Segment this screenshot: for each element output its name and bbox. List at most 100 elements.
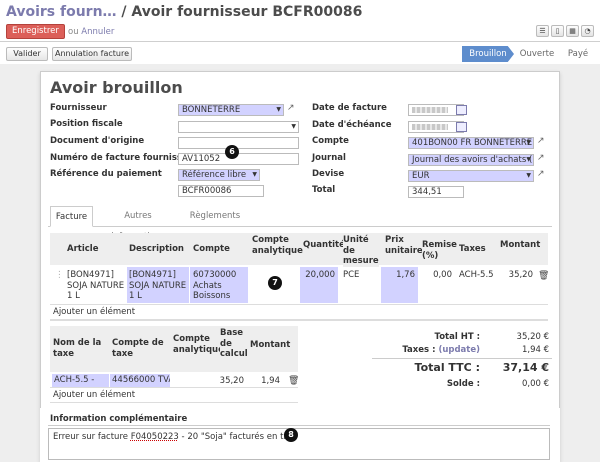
total-ttc-value: 37,14 € bbox=[502, 361, 549, 374]
breadcrumb: Avoirs fourn… / Avoir fournisseur BCFR00… bbox=[6, 4, 362, 20]
tax-column-header-amount: Montant bbox=[250, 340, 291, 351]
cancel-link[interactable]: Annuler bbox=[81, 27, 114, 37]
account-field[interactable]: 401BON00 FR BONNETERRE ▼ bbox=[408, 137, 534, 149]
currency-field[interactable]: EUR ▼ bbox=[408, 170, 534, 182]
supplier-invoice-field[interactable]: AV11052 bbox=[178, 153, 299, 165]
column-header-description: Description bbox=[129, 244, 184, 255]
line-quantity[interactable]: 20,000 bbox=[300, 267, 338, 303]
comment-text-suffix: - 20 "Soja" facturés en trop bbox=[178, 432, 298, 442]
cancel-invoice-button[interactable]: Annulation facture bbox=[52, 47, 132, 61]
section-separator bbox=[50, 319, 548, 321]
graph-view-icon[interactable]: ◔ bbox=[581, 25, 594, 37]
chevron-down-icon[interactable]: ▼ bbox=[252, 170, 257, 180]
journal-field[interactable]: Journal des avoirs d'achats (EUR)▼ bbox=[408, 154, 534, 166]
supplier-label: Fournisseur bbox=[50, 103, 107, 113]
annotation-badge-8: 8 bbox=[284, 428, 298, 442]
column-header-amount: Montant bbox=[500, 240, 541, 251]
calendar-icon[interactable] bbox=[456, 105, 467, 115]
tab-other-info[interactable]: Autres informations bbox=[97, 206, 179, 242]
status-draft: Brouillon bbox=[462, 46, 514, 62]
column-header-taxes: Taxes bbox=[459, 244, 486, 255]
tax-line-base[interactable]: 35,20 bbox=[218, 376, 244, 387]
tax-column-header-analytic: Compte analytique bbox=[173, 334, 224, 355]
save-button[interactable]: Enregistrer bbox=[6, 24, 65, 39]
drag-handle-icon[interactable]: ⋮ bbox=[55, 270, 64, 281]
taxes-value: 1,94 € bbox=[521, 345, 549, 355]
fiscal-position-label: Position fiscale bbox=[50, 119, 123, 129]
page-title: Avoir fournisseur BCFR00086 bbox=[131, 4, 363, 20]
or-text: ou bbox=[68, 27, 79, 37]
annotation-badge-6: 6 bbox=[225, 145, 239, 159]
comment-invoice-ref: F04050223 bbox=[130, 432, 179, 442]
trash-icon[interactable]: 🗑 bbox=[288, 376, 299, 386]
payment-ref-type-select[interactable]: Référence libre ▼ bbox=[178, 169, 260, 181]
column-header-analytic: Compte analytique bbox=[252, 235, 303, 256]
comment-text-prefix: Erreur sur facture bbox=[53, 432, 131, 442]
add-line-link[interactable]: Ajouter un élément bbox=[53, 307, 135, 318]
external-link-icon[interactable]: ↗ bbox=[537, 136, 545, 146]
line-discount[interactable]: 0,00 bbox=[420, 270, 452, 281]
list-view-icon[interactable]: ☰ bbox=[536, 25, 549, 37]
breadcrumb-parent-link[interactable]: Avoirs fourn… bbox=[6, 4, 117, 20]
tax-line-name[interactable]: ACH-5.5 - bbox=[52, 374, 109, 387]
total-ttc-label: Total TTC : bbox=[414, 361, 480, 374]
supplier-value: BONNETERRE bbox=[182, 105, 241, 115]
external-link-icon[interactable]: ↗ bbox=[537, 169, 545, 179]
line-uom[interactable]: PCE bbox=[343, 270, 359, 281]
line-description[interactable]: [BON4971] SOJA NATURE 1 L bbox=[127, 267, 189, 303]
currency-value: EUR bbox=[412, 171, 430, 181]
tax-section-separator bbox=[50, 402, 298, 403]
chevron-down-icon[interactable]: ▼ bbox=[276, 105, 281, 115]
journal-value: Journal des avoirs d'achats (EUR) bbox=[412, 155, 533, 165]
supplier-invoice-label: Numéro de facture fournisseur bbox=[50, 153, 198, 163]
total-ht-label: Total HT : bbox=[434, 332, 480, 342]
validate-button[interactable]: Valider bbox=[6, 47, 48, 61]
taxes-label-wrapper: Taxes : (update) bbox=[380, 345, 480, 356]
column-header-quantity: Quantité bbox=[303, 240, 345, 251]
line-article[interactable]: [BON4971] SOJA NATURE 1 L bbox=[67, 270, 125, 302]
tab-payments[interactable]: Règlements bbox=[185, 206, 245, 227]
origin-field[interactable] bbox=[178, 137, 299, 149]
header-divider bbox=[0, 41, 600, 42]
line-unit-price[interactable]: 1,76 bbox=[381, 267, 418, 303]
breadcrumb-separator: / bbox=[121, 4, 127, 20]
account-label: Compte bbox=[312, 136, 349, 146]
comment-divider bbox=[48, 425, 550, 426]
tax-column-header-base: Base de calcul bbox=[220, 328, 248, 360]
add-tax-line-link[interactable]: Ajouter un élément bbox=[53, 390, 135, 401]
fiscal-position-field[interactable]: ▼ bbox=[178, 121, 299, 133]
payment-ref-label: Référence du paiement bbox=[50, 169, 162, 179]
column-header-uom: Unité de mesure bbox=[343, 235, 379, 267]
currency-label: Devise bbox=[312, 169, 345, 179]
chevron-down-icon[interactable]: ▼ bbox=[526, 138, 531, 148]
line-taxes[interactable]: ACH-5.5 bbox=[459, 270, 494, 281]
payment-ref-type-value: Référence libre bbox=[182, 170, 247, 180]
cancel-link-wrapper: ou Annuler bbox=[68, 27, 114, 37]
comment-textarea[interactable]: Erreur sur facture F04050223 - 20 "Soja"… bbox=[48, 428, 550, 460]
form-view-icon[interactable]: ▯ bbox=[551, 25, 564, 37]
tax-line-amount[interactable]: 1,94 bbox=[252, 376, 280, 387]
chevron-down-icon[interactable]: ▼ bbox=[291, 122, 296, 132]
chevron-down-icon[interactable]: ▼ bbox=[526, 171, 531, 181]
calendar-view-icon[interactable]: ▦ bbox=[566, 25, 579, 37]
line-account[interactable]: 60730000 Achats Boissons bbox=[190, 267, 248, 303]
tax-column-header-name: Nom de la taxe bbox=[53, 338, 109, 359]
status-paid[interactable]: Payé bbox=[563, 46, 593, 62]
tab-invoice[interactable]: Facture bbox=[50, 206, 93, 227]
total-label: Total bbox=[312, 185, 336, 195]
journal-label: Journal bbox=[312, 153, 346, 163]
tax-line-account[interactable]: 44566000 TVA bbox=[110, 374, 170, 387]
payment-ref-field[interactable]: BCFR00086 bbox=[178, 185, 264, 197]
chevron-down-icon[interactable]: ▼ bbox=[526, 155, 531, 165]
taxes-label: Taxes : bbox=[402, 345, 436, 355]
supplier-field[interactable]: BONNETERRE ▼ bbox=[178, 104, 284, 116]
update-taxes-link[interactable]: (update) bbox=[438, 345, 480, 355]
column-header-account: Compte bbox=[193, 244, 230, 255]
external-link-icon[interactable]: ↗ bbox=[537, 153, 545, 163]
status-open[interactable]: Ouverte bbox=[518, 46, 556, 62]
invoice-date-label: Date de facture bbox=[312, 103, 387, 113]
trash-icon[interactable]: 🗑 bbox=[538, 271, 549, 281]
annotation-badge-7: 7 bbox=[268, 276, 282, 290]
calendar-icon[interactable] bbox=[456, 122, 467, 132]
external-link-icon[interactable]: ↗ bbox=[287, 103, 295, 113]
